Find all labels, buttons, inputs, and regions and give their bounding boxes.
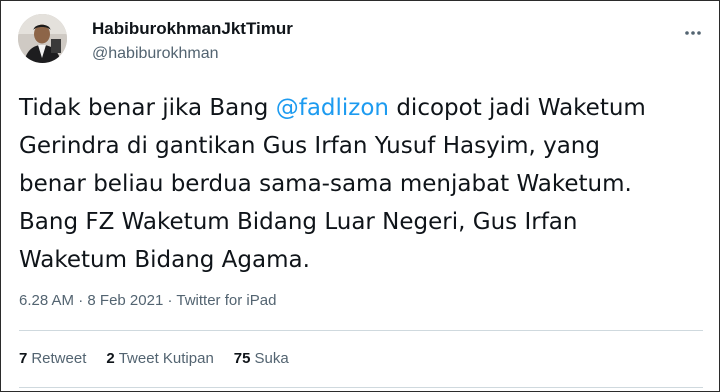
tweet-line: benar beliau berdua sama-sama menjabat W… xyxy=(19,171,632,197)
tweet-line: Waketum Bidang Agama. xyxy=(19,247,310,273)
tweet-time[interactable]: 6.28 AM xyxy=(19,292,74,309)
tweet-metadata: 6.28 AM · 8 Feb 2021 · Twitter for iPad xyxy=(19,292,276,309)
likes-stat[interactable]: 75 Suka xyxy=(234,350,289,367)
tweet-line: Gerindra di gantikan Gus Irfan Yusuf Has… xyxy=(19,133,600,159)
retweets-stat[interactable]: 7 Retweet xyxy=(19,350,86,367)
more-options-button[interactable] xyxy=(681,21,705,45)
meta-separator: · xyxy=(167,292,173,309)
meta-separator: · xyxy=(78,292,84,309)
quotes-label: Tweet Kutipan xyxy=(118,350,214,367)
profile-photo-icon xyxy=(18,14,67,63)
author-handle[interactable]: @habiburokhman xyxy=(92,45,219,63)
tweet-text-segment: dicopot jadi Waketum xyxy=(389,95,646,121)
retweets-count: 7 xyxy=(19,350,28,367)
retweets-label: Retweet xyxy=(31,350,87,367)
tweet-line: Tidak benar jika Bang @fadlizon dicopot … xyxy=(19,89,709,127)
tweet-card: HabiburokhmanJktTimur @habiburokhman Tid… xyxy=(0,0,720,392)
divider xyxy=(19,387,703,388)
divider xyxy=(19,330,703,331)
avatar[interactable] xyxy=(18,14,67,63)
quotes-count: 2 xyxy=(106,350,115,367)
more-options-icon xyxy=(685,31,701,35)
tweet-date[interactable]: 8 Feb 2021 xyxy=(87,292,163,309)
tweet-line: Bang FZ Waketum Bidang Luar Negeri, Gus … xyxy=(19,209,578,235)
quote-tweets-stat[interactable]: 2 Tweet Kutipan xyxy=(106,350,213,367)
tweet-stats: 7 Retweet 2 Tweet Kutipan 75 Suka xyxy=(19,350,289,367)
mention-link[interactable]: @fadlizon xyxy=(276,95,389,121)
likes-count: 75 xyxy=(233,350,251,367)
tweet-text-segment: Tidak benar jika Bang xyxy=(19,95,276,121)
author-display-name[interactable]: HabiburokhmanJktTimur xyxy=(92,19,293,39)
likes-label: Suka xyxy=(254,350,289,367)
tweet-source[interactable]: Twitter for iPad xyxy=(176,292,276,309)
tweet-text: Tidak benar jika Bang @fadlizon dicopot … xyxy=(19,89,709,279)
